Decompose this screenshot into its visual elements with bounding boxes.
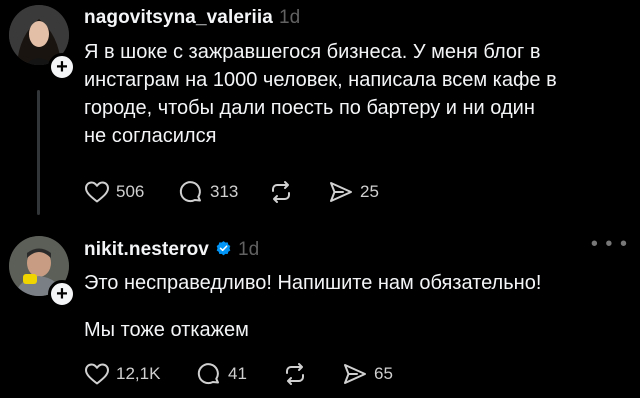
post-nikit-nesterov: + nikit.nesterov 1d • • • Это несправедл… <box>0 225 640 398</box>
share-button[interactable]: 25 <box>328 180 379 204</box>
username-text[interactable]: nikit.nesterov <box>84 239 209 260</box>
post-text: Это несправедливо! Напишите нам обязател… <box>84 272 542 294</box>
username-text[interactable]: nagovitsyna_valeriia <box>84 7 273 28</box>
comment-icon <box>197 363 219 385</box>
username[interactable]: nikit.nesterov 1d <box>84 239 259 261</box>
more-icon[interactable]: • • • <box>591 234 628 254</box>
follow-plus-icon[interactable]: + <box>48 280 76 308</box>
comment-icon <box>179 181 201 203</box>
post-time: 1d <box>237 239 260 260</box>
heart-icon <box>85 181 109 203</box>
share-icon <box>330 182 352 202</box>
repost-icon <box>286 363 304 385</box>
repost-button[interactable] <box>268 180 328 204</box>
comment-count: 41 <box>228 364 247 383</box>
share-button[interactable]: 65 <box>342 362 393 386</box>
thread-line <box>37 90 40 215</box>
like-button[interactable]: 12,1K <box>84 362 196 386</box>
follow-plus-icon[interactable]: + <box>48 53 76 81</box>
post-line: городе, чтобы дали поесть по бартеру и н… <box>84 97 535 119</box>
post-nagovitsyna: + nagovitsyna_valeriia 1d Я в шоке с зажр… <box>0 0 640 222</box>
verified-badge-icon <box>216 241 231 256</box>
like-button[interactable]: 506 <box>84 180 178 204</box>
post-line: инстаграм на 1000 человек, написала всем… <box>84 69 557 91</box>
comment-count: 313 <box>210 182 239 201</box>
post-actions: 12,1K 41 65 <box>84 362 393 386</box>
post-line: Я в шоке с зажравшегося бизнеса. У меня … <box>84 41 541 63</box>
repost-icon <box>272 181 290 203</box>
post-text: Я в шоке с зажравшегося бизнеса. У меня … <box>84 38 629 150</box>
post-time: 1d <box>278 7 301 28</box>
comment-button[interactable]: 41 <box>196 362 282 386</box>
username[interactable]: nagovitsyna_valeriia 1d <box>84 7 300 29</box>
repost-button[interactable] <box>282 362 342 386</box>
comment-button[interactable]: 313 <box>178 180 268 204</box>
share-count: 65 <box>374 364 393 383</box>
post-actions: 506 313 25 <box>84 180 379 204</box>
share-icon <box>344 364 366 384</box>
heart-icon <box>85 363 109 385</box>
like-count: 12,1K <box>116 364 161 383</box>
share-count: 25 <box>360 182 379 201</box>
post-line: не согласился <box>84 125 217 147</box>
post-text: Мы тоже откажем <box>84 319 249 341</box>
like-count: 506 <box>116 182 145 201</box>
